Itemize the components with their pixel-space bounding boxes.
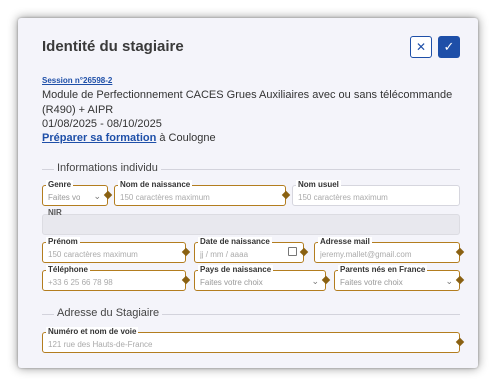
birth-name-label: Nom de naissance xyxy=(118,180,193,189)
email-placeholder: jeremy.mallet@gmail.com xyxy=(320,250,412,259)
section-title-info: Informations individu xyxy=(54,162,161,174)
genre-select[interactable]: Genre Faites vo ⌄ xyxy=(42,180,108,206)
identity-modal: Identité du stagiaire ✕ ✓ Session n°2659… xyxy=(18,18,478,368)
phone-input[interactable]: Téléphone +33 6 25 66 78 98 xyxy=(42,265,186,291)
email-field[interactable]: Adresse mail jeremy.mallet@gmail.com xyxy=(314,237,460,263)
prepare-training-link[interactable]: Préparer sa formation xyxy=(42,132,156,144)
session-link[interactable]: Session n°26598-2 xyxy=(42,76,112,85)
nir-input[interactable]: NIR xyxy=(42,208,460,235)
usual-name-placeholder: 150 caractères maximum xyxy=(298,193,388,202)
first-name-label: Prénom xyxy=(46,237,80,246)
birth-date-placeholder: jj / mm / aaaa xyxy=(200,250,249,259)
genre-label: Genre xyxy=(46,180,74,189)
nir-label: NIR xyxy=(48,208,62,217)
chevron-down-icon: ⌄ xyxy=(445,276,453,286)
close-button[interactable]: ✕ xyxy=(410,36,432,58)
street-address-input[interactable]: Numéro et nom de voie 121 rue des Hauts-… xyxy=(42,327,460,353)
parents-france-value: Faites votre choix xyxy=(340,278,403,287)
parents-france-label: Parents nés en France xyxy=(338,265,428,274)
birth-name-input[interactable]: Nom de naissance 150 caractères maximum xyxy=(114,180,286,206)
parents-france-select[interactable]: Parents nés en France Faites votre choix… xyxy=(334,265,460,291)
street-address-placeholder: 121 rue des Hauts-de-France xyxy=(48,340,153,349)
modal-title: Identité du stagiaire xyxy=(42,38,184,55)
phone-label: Téléphone xyxy=(46,265,91,274)
email-label: Adresse mail xyxy=(318,237,372,246)
section-title-address: Adresse du Stagiaire xyxy=(54,307,163,319)
street-address-label: Numéro et nom de voie xyxy=(46,327,139,336)
check-icon: ✓ xyxy=(443,39,455,54)
birth-date-label: Date de naissance xyxy=(198,237,272,246)
birth-name-placeholder: 150 caractères maximum xyxy=(120,193,210,202)
session-dates: 01/08/2025 - 08/10/2025 xyxy=(42,118,162,130)
session-location: à Coulogne xyxy=(156,132,216,144)
first-name-placeholder: 150 caractères maximum xyxy=(48,250,138,259)
calendar-icon[interactable] xyxy=(288,247,297,256)
usual-name-label: Nom usuel xyxy=(296,180,341,189)
close-icon: ✕ xyxy=(415,40,427,54)
prep-line: Préparer sa formation à Coulogne xyxy=(42,132,216,144)
confirm-button[interactable]: ✓ xyxy=(438,36,460,58)
chevron-down-icon: ⌄ xyxy=(93,191,101,201)
birth-date-input[interactable]: Date de naissance jj / mm / aaaa xyxy=(194,237,304,263)
usual-name-input[interactable]: Nom usuel 150 caractères maximum xyxy=(292,180,460,206)
birth-country-label: Pays de naissance xyxy=(198,265,274,274)
genre-value: Faites vo xyxy=(48,193,81,202)
session-description: Module de Perfectionnement CACES Grues A… xyxy=(42,89,453,116)
birth-country-value: Faites votre choix xyxy=(200,278,263,287)
chevron-down-icon: ⌄ xyxy=(311,276,319,286)
birth-country-select[interactable]: Pays de naissance Faites votre choix ⌄ xyxy=(194,265,326,291)
first-name-input[interactable]: Prénom 150 caractères maximum xyxy=(42,237,186,263)
phone-placeholder: +33 6 25 66 78 98 xyxy=(48,278,113,287)
